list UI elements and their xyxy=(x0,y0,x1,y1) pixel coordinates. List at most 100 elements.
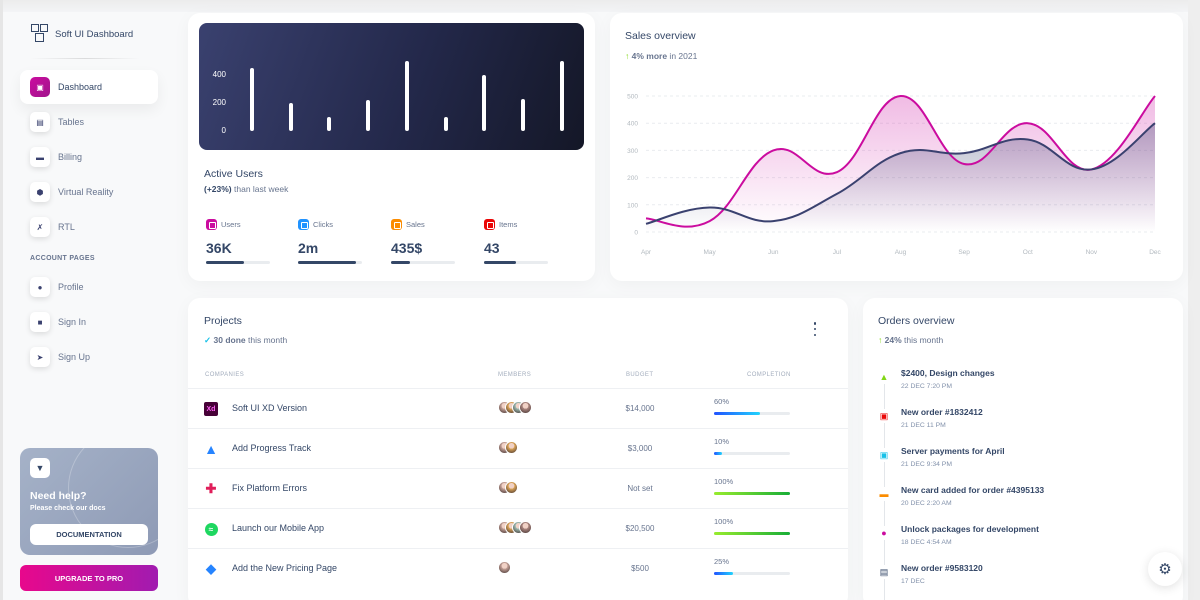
sidebar-item-label: RTL xyxy=(58,222,75,232)
slack-logo-icon: ✚ xyxy=(205,481,217,496)
help-card: ▼ Need help? Please check our docs DOCUM… xyxy=(20,448,158,555)
table-row[interactable]: ◆ Add the New Pricing Page $500 25% xyxy=(188,548,848,588)
completion-progress xyxy=(714,572,790,575)
table-row[interactable]: ≈ Launch our Mobile App $20,500 100% xyxy=(188,508,848,548)
settings-button[interactable]: ⚙ xyxy=(1148,552,1182,586)
orders-subtitle: ↑ 24% this month xyxy=(878,335,943,345)
projects-done-count: 30 done xyxy=(213,335,246,345)
customer-support-icon: ● xyxy=(30,277,50,297)
orders-title: Orders overview xyxy=(878,315,955,327)
arrow-up-icon: ↑ xyxy=(878,335,883,345)
stat-value: 43 xyxy=(484,240,500,256)
more-vertical-icon[interactable] xyxy=(810,322,820,336)
bar[interactable] xyxy=(327,117,332,131)
stat-progress-fill xyxy=(391,261,411,264)
avatar[interactable] xyxy=(519,521,532,534)
timeline-title: Server payments for April xyxy=(901,446,1005,456)
credit-card-icon xyxy=(391,219,402,231)
avatar[interactable] xyxy=(519,401,532,414)
help-title: Need help? xyxy=(30,490,87,502)
sidebar-item-tables[interactable]: ▤ Tables xyxy=(20,105,158,139)
x-tick-label: Nov xyxy=(1086,249,1098,256)
x-tick-label: Sep xyxy=(958,249,970,256)
column-header-completion[interactable]: COMPLETION xyxy=(747,372,791,378)
timeline-item[interactable]: ▬ New card added for order #4395133 20 DEC… xyxy=(863,485,1183,523)
timeline-item[interactable]: ▣ Server payments for April 21 DEC 9:34 PM xyxy=(863,446,1183,484)
timeline-item[interactable]: ▣ New order #1832412 21 DEC 11 PM xyxy=(863,407,1183,445)
sidebar-item-label: Tables xyxy=(58,117,85,127)
timeline-item[interactable]: ▤ New order #9583120 17 DEC xyxy=(863,563,1183,600)
column-header-companies[interactable]: COMPANIES xyxy=(205,372,244,378)
stat-label: Users xyxy=(221,220,241,230)
timeline-item[interactable]: ● Unlock packages for development 18 DEC 4… xyxy=(863,524,1183,562)
sidebar-item-sign-in[interactable]: ■ Sign In xyxy=(20,305,158,339)
bar[interactable] xyxy=(288,103,293,131)
orders-change-suffix: this month xyxy=(901,335,944,345)
document-icon: ■ xyxy=(30,312,50,332)
table-row[interactable]: ✚ Fix Platform Errors Not set 100% xyxy=(188,468,848,508)
projects-done-suffix: this month xyxy=(245,335,288,345)
gear-icon: ⚙ xyxy=(1158,561,1172,578)
bar[interactable] xyxy=(366,100,371,131)
sidebar-item-label: Profile xyxy=(58,282,84,292)
scrollbar-track[interactable] xyxy=(1188,0,1200,600)
y-tick-label: 200 xyxy=(212,98,226,107)
sidebar-item-rtl[interactable]: ✗ RTL xyxy=(20,210,158,244)
stat-value: 435$ xyxy=(391,240,423,256)
column-header-members[interactable]: MEMBERS xyxy=(498,372,531,378)
bar[interactable] xyxy=(404,61,409,131)
sidebar-item-label: Billing xyxy=(58,152,83,162)
sidebar-item-virtual-reality[interactable]: ⬢ Virtual Reality xyxy=(20,175,158,209)
box-3d-icon: ⬢ xyxy=(30,182,50,202)
stat-value: 36K xyxy=(206,240,232,256)
orders-overview-card: Orders overview ↑ 24% this month ▲ $2400,… xyxy=(863,298,1183,600)
completion-label: 60% xyxy=(714,397,730,406)
completion-label: 100% xyxy=(714,517,734,526)
stat-label: Items xyxy=(499,220,518,230)
x-tick-label: Oct xyxy=(1023,249,1033,256)
projects-subtitle: ✓ 30 done this month xyxy=(204,335,287,346)
table-row[interactable]: ▲ Add Progress Track $3,000 10% xyxy=(188,428,848,468)
project-name: Add Progress Track xyxy=(232,443,312,453)
bar[interactable] xyxy=(482,75,487,131)
completion-label: 25% xyxy=(714,557,730,566)
brand[interactable]: Soft UI Dashboard xyxy=(31,24,133,44)
avatar[interactable] xyxy=(498,561,511,574)
bar[interactable] xyxy=(520,98,525,131)
credit-card-icon: ▬ xyxy=(30,147,50,167)
sidebar-item-label: Sign In xyxy=(58,317,87,327)
active-users-change-suffix: than last week xyxy=(231,184,289,194)
timeline-date: 21 DEC 9:34 PM xyxy=(901,461,952,468)
avatar[interactable] xyxy=(505,481,518,494)
y-tick-label: 200 xyxy=(627,175,638,182)
timeline-date: 20 DEC 2:20 AM xyxy=(901,500,952,507)
table-row[interactable]: Xd Soft UI XD Version $14,000 60% xyxy=(188,388,848,428)
bar[interactable] xyxy=(559,61,564,131)
budget: Not set xyxy=(627,484,653,493)
timeline-item[interactable]: ▲ $2400, Design changes 22 DEC 7:20 PM xyxy=(863,368,1183,406)
bar[interactable] xyxy=(443,117,448,131)
avatar[interactable] xyxy=(505,441,518,454)
column-header-budget[interactable]: BUDGET xyxy=(626,372,653,378)
project-name: Add the New Pricing Page xyxy=(232,563,338,573)
sidebar-item-dashboard[interactable]: ▣ Dashboard xyxy=(20,70,158,104)
x-tick-label: Jul xyxy=(833,249,842,256)
timeline-date: 21 DEC 11 PM xyxy=(901,422,946,429)
upgrade-to-pro-button[interactable]: UPGRADE TO PRO xyxy=(20,565,158,591)
completion-label: 10% xyxy=(714,437,730,446)
spotify-logo-icon: ≈ xyxy=(204,522,218,536)
stat-progress-fill xyxy=(206,261,245,264)
bar[interactable] xyxy=(250,68,254,131)
html5-icon: ▣ xyxy=(877,409,891,423)
y-tick-label: 500 xyxy=(627,94,638,101)
top-edge xyxy=(0,0,1200,12)
x-tick-label: Dec xyxy=(1149,249,1161,256)
jira-logo-icon: ◆ xyxy=(206,561,216,576)
documentation-button[interactable]: DOCUMENTATION xyxy=(30,524,148,545)
completion-progress-fill xyxy=(714,572,733,575)
office-icon: ▤ xyxy=(30,112,50,132)
sidebar-item-sign-up[interactable]: ➤ Sign Up xyxy=(20,340,158,374)
sidebar-item-profile[interactable]: ● Profile xyxy=(20,270,158,304)
cart-icon: ▣ xyxy=(877,448,891,462)
sidebar-item-billing[interactable]: ▬ Billing xyxy=(20,140,158,174)
